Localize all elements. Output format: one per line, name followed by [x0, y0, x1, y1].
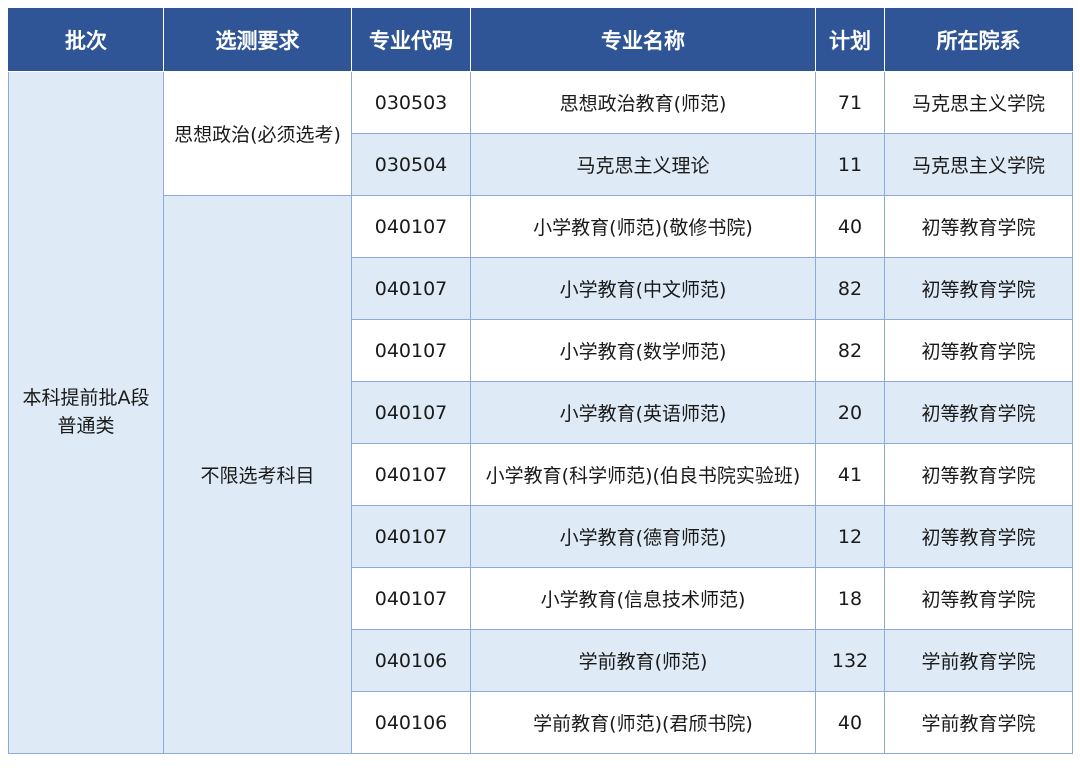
header-major-code: 专业代码: [351, 8, 471, 72]
major-name-cell: 小学教育(中文师范): [470, 257, 816, 320]
plan-count-cell: 12: [815, 505, 885, 568]
plan-count-cell: 18: [815, 567, 885, 630]
header-plan: 计划: [815, 8, 885, 72]
plan-count-cell: 20: [815, 381, 885, 444]
major-code-cell: 040107: [351, 505, 471, 568]
major-name-cell: 小学教育(师范)(敬修书院): [470, 195, 816, 258]
department-cell: 马克思主义学院: [884, 133, 1073, 196]
admission-plan-table: 批次 选测要求 专业代码 专业名称 计划 所在院系 本科提前批A段 普通类 思想政治…: [8, 8, 1073, 754]
table-header: 批次 选测要求 专业代码 专业名称 计划 所在院系: [8, 8, 1073, 72]
table-body: 本科提前批A段 普通类 思想政治(必须选考) 030503 思想政治教育(师范) 71 马克…: [8, 71, 1073, 754]
major-name-cell: 思想政治教育(师范): [470, 71, 816, 134]
department-cell: 学前教育学院: [884, 629, 1073, 692]
requirement-cell: 不限选考科目: [163, 195, 352, 754]
admission-plan-table-wrapper: 批次 选测要求 专业代码 专业名称 计划 所在院系 本科提前批A段 普通类 思想政治…: [8, 8, 1073, 754]
header-requirement: 选测要求: [163, 8, 352, 72]
batch-name: 本科提前批A段: [22, 386, 150, 409]
major-code-cell: 040106: [351, 629, 471, 692]
department-cell: 初等教育学院: [884, 319, 1073, 382]
header-batch: 批次: [8, 8, 164, 72]
department-cell: 初等教育学院: [884, 505, 1073, 568]
plan-count-cell: 82: [815, 319, 885, 382]
plan-count-cell: 132: [815, 629, 885, 692]
major-code-cell: 040107: [351, 257, 471, 320]
department-cell: 初等教育学院: [884, 381, 1073, 444]
major-code-cell: 040107: [351, 195, 471, 258]
department-cell: 初等教育学院: [884, 443, 1073, 506]
plan-count-cell: 82: [815, 257, 885, 320]
major-name-cell: 小学教育(德育师范): [470, 505, 816, 568]
department-cell: 马克思主义学院: [884, 71, 1073, 134]
header-department: 所在院系: [884, 8, 1073, 72]
major-code-cell: 040107: [351, 567, 471, 630]
requirement-cell: 思想政治(必须选考): [163, 71, 352, 196]
major-code-cell: 040106: [351, 691, 471, 754]
department-cell: 初等教育学院: [884, 567, 1073, 630]
plan-count-cell: 41: [815, 443, 885, 506]
major-code-cell: 040107: [351, 319, 471, 382]
major-code-cell: 040107: [351, 443, 471, 506]
major-name-cell: 马克思主义理论: [470, 133, 816, 196]
header-major-name: 专业名称: [470, 8, 816, 72]
plan-count-cell: 40: [815, 691, 885, 754]
batch-type: 普通类: [57, 414, 115, 437]
major-name-cell: 小学教育(信息技术师范): [470, 567, 816, 630]
department-cell: 初等教育学院: [884, 195, 1073, 258]
plan-count-cell: 11: [815, 133, 885, 196]
major-name-cell: 学前教育(师范)(君颀书院): [470, 691, 816, 754]
header-row: 批次 选测要求 专业代码 专业名称 计划 所在院系: [8, 8, 1073, 72]
plan-count-cell: 71: [815, 71, 885, 134]
table-row: 不限选考科目 040107 小学教育(师范)(敬修书院) 40 初等教育学院: [9, 195, 1073, 754]
department-cell: 初等教育学院: [884, 257, 1073, 320]
major-code-cell: 030504: [351, 133, 471, 196]
major-name-cell: 小学教育(英语师范): [470, 381, 816, 444]
major-code-cell: 040107: [351, 381, 471, 444]
batch-cell: 本科提前批A段 普通类: [8, 71, 164, 754]
major-name-cell: 学前教育(师范): [470, 629, 816, 692]
department-cell: 学前教育学院: [884, 691, 1073, 754]
major-name-cell: 小学教育(数学师范): [470, 319, 816, 382]
plan-count-cell: 40: [815, 195, 885, 258]
major-code-cell: 030503: [351, 71, 471, 134]
major-name-cell: 小学教育(科学师范)(伯良书院实验班): [470, 443, 816, 506]
table-row: 本科提前批A段 普通类 思想政治(必须选考) 030503 思想政治教育(师范) 71 马克…: [8, 71, 1073, 754]
